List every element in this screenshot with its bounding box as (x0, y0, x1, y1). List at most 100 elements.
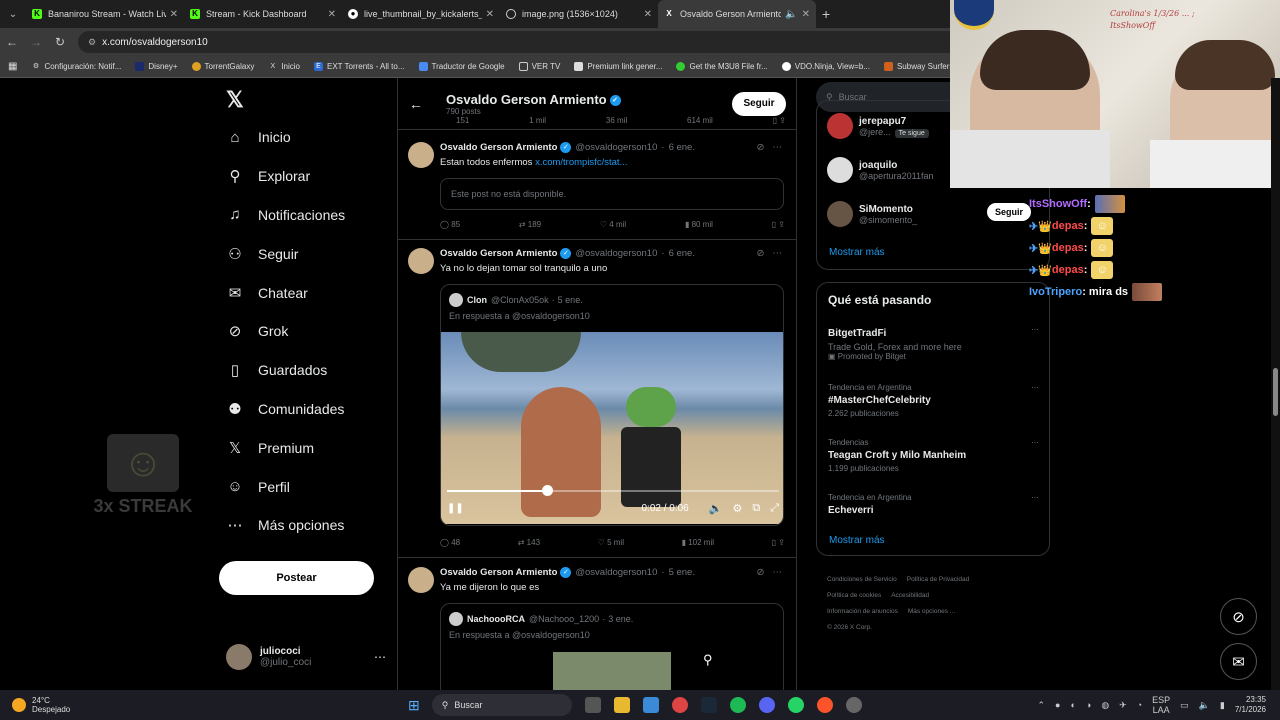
photos-icon[interactable] (642, 697, 659, 713)
tray-app-icon[interactable]: ◑ (1086, 700, 1091, 710)
author-handle[interactable]: @osvaldogerson10 (575, 567, 657, 578)
video-player[interactable]: ❚❚ 0:02 / 0:06 🔈 ⚙ ⧉ ⤢ (441, 332, 783, 524)
language-indicator[interactable]: ESP LAA (1152, 695, 1170, 715)
nav-guardados[interactable]: ▯ Guardados (218, 351, 388, 390)
nav-mas-opciones[interactable]: ⋯ Más opciones (218, 506, 388, 545)
post-button[interactable]: Postear (219, 561, 374, 595)
follow-suggestion[interactable]: SiMomento @simomento_ (827, 201, 917, 227)
footer-link[interactable]: Política de Privacidad (907, 576, 970, 583)
post-date[interactable]: 6 ene. (669, 248, 695, 259)
more-dots-icon[interactable]: ⋯ (1031, 383, 1039, 392)
settings-icon[interactable]: ⚙ (732, 502, 742, 515)
brave-icon[interactable] (816, 697, 833, 713)
settings-icon[interactable] (845, 697, 862, 713)
windows-start-icon[interactable]: ⊞ (408, 697, 420, 714)
volume-icon[interactable]: 🔈 (1199, 700, 1210, 711)
bookmark[interactable]: VDO.Ninja, View=b... (781, 62, 870, 71)
author-name[interactable]: Osvaldo Gerson Armiento (440, 567, 557, 578)
follow-button[interactable]: Seguir (732, 91, 786, 116)
pause-icon[interactable]: ❚❚ (447, 503, 464, 514)
fullscreen-icon[interactable]: ⤢ (770, 502, 779, 515)
bookmark[interactable]: Premium link gener... (574, 62, 662, 71)
footer-link[interactable]: Condiciones de Servicio (827, 576, 897, 583)
forward-icon[interactable]: → (24, 35, 48, 49)
task-view-icon[interactable] (584, 697, 601, 713)
bookmark[interactable]: X Inicio (268, 62, 300, 71)
follow-suggestion[interactable]: jerepapu7 @jere... Te sigue (827, 113, 929, 139)
grok-fab-icon[interactable]: ⊘ (1220, 598, 1257, 635)
follow-button[interactable]: Seguir (987, 203, 1032, 221)
post[interactable]: Osvaldo Gerson Armiento ✓ @osvaldogerson1… (398, 559, 796, 690)
repost-count[interactable]: 1 mil (529, 116, 546, 125)
file-explorer-icon[interactable] (613, 697, 630, 713)
quote-image[interactable] (553, 652, 671, 690)
discord-icon[interactable] (758, 697, 775, 713)
tab-list-button[interactable]: ⌄ (0, 9, 26, 20)
browser-tab[interactable]: K Bananirou Stream - Watch Live ✕ (26, 0, 184, 28)
quoted-post[interactable]: NachoooRCA @Nachooo_1200 · 3 ene. En res… (440, 603, 784, 690)
account-switcher[interactable]: juliococi @julio_coci ⋯ (226, 644, 386, 670)
whatsapp-icon[interactable] (787, 697, 804, 713)
post-link[interactable]: x.com/trompisfc/stat... (535, 157, 627, 168)
close-tab-icon[interactable]: ✕ (170, 9, 178, 20)
follow-suggestion[interactable]: joaquilo @apertura2011fan (827, 157, 934, 183)
bookmark[interactable]: ⚙ Configuración: Notif... (31, 62, 122, 71)
trend-item[interactable]: Tendencias Teagan Croft y Milo Manheim 1… (828, 438, 1039, 473)
like-button[interactable]: ♡ 5 mil (598, 538, 624, 547)
x-logo-icon[interactable]: 𝕏 (226, 82, 388, 118)
bookmark[interactable]: Get the M3U8 File fr... (676, 62, 768, 71)
nav-chatear[interactable]: ✉ Chatear (218, 273, 388, 312)
apps-icon[interactable]: ▦ (8, 61, 17, 72)
grok-more-icons[interactable]: ⊘⋯ (757, 142, 790, 153)
clock[interactable]: 23:35 7/1/2026 (1235, 695, 1266, 715)
video-progress-knob[interactable] (541, 485, 553, 496)
bookmark[interactable]: E EXT Torrents - All to... (314, 62, 405, 71)
tray-app-icon[interactable]: ● (1055, 700, 1060, 710)
nav-notificaciones[interactable]: ♫ Notificaciones (218, 196, 388, 235)
trend-item[interactable]: Tendencia en Argentina #MasterChefCelebr… (828, 383, 1039, 418)
video-progress-bar[interactable] (447, 490, 779, 492)
chrome-icon[interactable] (671, 697, 688, 713)
footer-link[interactable]: Información de anuncios (827, 608, 898, 615)
show-more-link[interactable]: Mostrar más (829, 535, 885, 546)
repost-button[interactable]: ⇄ 143 (518, 538, 540, 547)
page-scrollbar[interactable] (1271, 78, 1280, 690)
nav-premium[interactable]: 𝕏 Premium (218, 428, 388, 467)
show-more-link[interactable]: Mostrar más (829, 247, 885, 258)
post-date[interactable]: 5 ene. (669, 567, 695, 578)
bookmark[interactable]: VER TV (518, 62, 560, 71)
site-info-icon[interactable]: ⚙ (88, 37, 96, 48)
url-field[interactable]: ⚙ x.com/osvaldogerson10 (78, 31, 1018, 53)
nav-explorar[interactable]: ⚲ Explorar (218, 157, 388, 196)
author-name[interactable]: Osvaldo Gerson Armiento (440, 142, 557, 153)
tray-app-icon[interactable]: ◍ (1101, 700, 1109, 711)
search-icon[interactable]: ⚲ (703, 652, 713, 668)
more-dots-icon[interactable]: ⋯ (374, 650, 386, 664)
volume-icon[interactable]: 🔈 (709, 502, 723, 515)
scrollbar-thumb[interactable] (1273, 368, 1278, 416)
chevron-up-icon[interactable]: ⌃ (1037, 700, 1045, 711)
like-count[interactable]: 36 mil (606, 116, 627, 125)
browser-tab-active[interactable]: X Osvaldo Gerson Armiento ( 🔈 ✕ (658, 0, 816, 28)
quoted-post[interactable]: Clon @ClonAx05ok · 5 ene. En respuesta a… (440, 284, 784, 526)
view-count[interactable]: 614 mil (687, 116, 713, 125)
back-arrow-icon[interactable]: ← (398, 96, 434, 112)
views-button[interactable]: ▮ 102 mil (682, 538, 714, 547)
reply-count[interactable]: 151 (456, 116, 469, 125)
network-icon[interactable]: ▭ (1180, 700, 1189, 711)
grok-more-icons[interactable]: ⊘⋯ (757, 567, 790, 578)
repost-button[interactable]: ⇄ 189 (519, 220, 541, 229)
battery-icon[interactable]: ▮ (1220, 700, 1225, 711)
author-name[interactable]: Osvaldo Gerson Armiento (440, 248, 557, 259)
more-dots-icon[interactable]: ⋯ (1031, 438, 1039, 447)
trend-item[interactable]: BitgetTradFi Trade Gold, Forex and more … (828, 325, 1039, 361)
tray-app-icon[interactable]: ◐ (1070, 700, 1075, 710)
bookmark[interactable]: Traductor de Google (418, 62, 505, 71)
new-tab-button[interactable]: + (822, 6, 830, 22)
browser-tab[interactable]: ● live_thumbnail_by_kickalerts_ju ✕ (342, 0, 500, 28)
bookmark-share-icons[interactable]: ▯ ⇪ (772, 220, 785, 229)
bookmark-share-icons[interactable]: ▯ ⇪ (772, 538, 785, 547)
author-handle[interactable]: @osvaldogerson10 (575, 248, 657, 259)
footer-link[interactable]: Política de cookies (827, 592, 881, 599)
views-button[interactable]: ▮ 80 mil (685, 220, 713, 229)
